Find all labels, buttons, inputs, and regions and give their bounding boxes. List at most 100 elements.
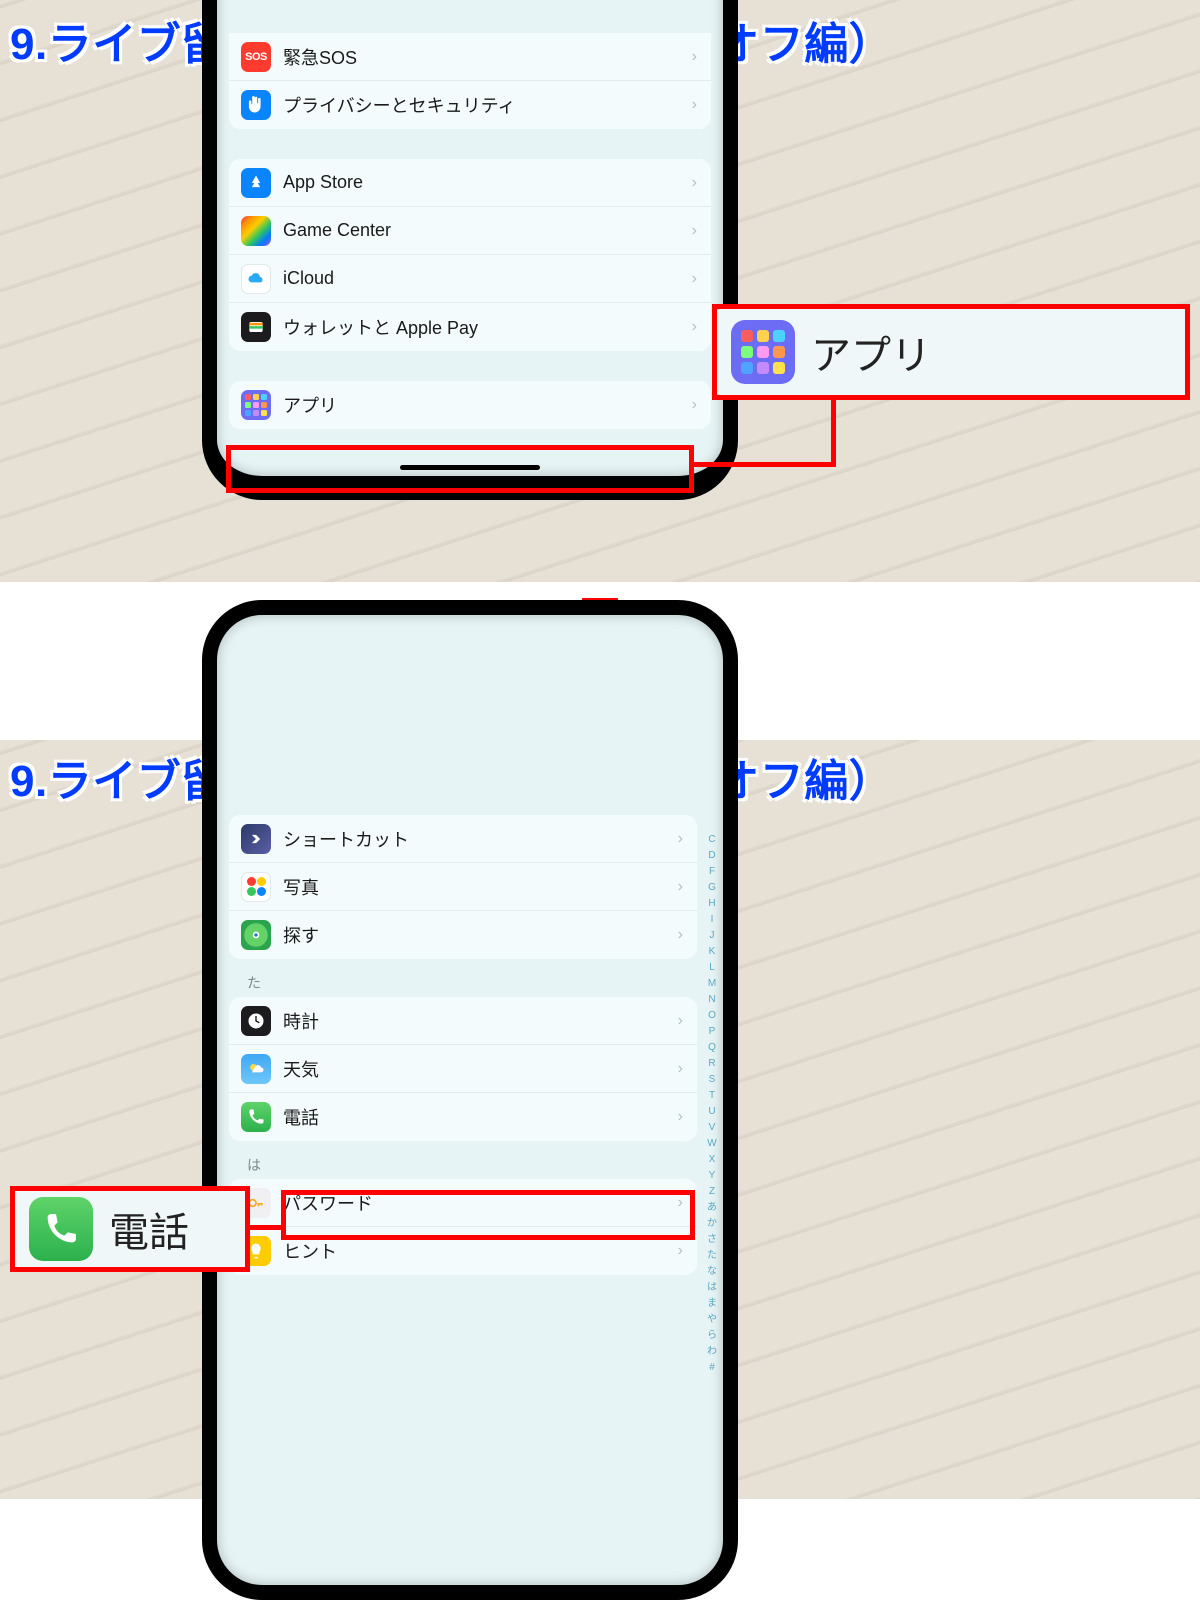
- connector-line: [831, 399, 836, 467]
- row-label: アプリ: [283, 392, 692, 418]
- app-row-tips[interactable]: ヒント ›: [229, 1227, 697, 1275]
- index-letter[interactable]: T: [703, 1091, 721, 1101]
- index-letter[interactable]: わ: [703, 1347, 721, 1357]
- app-row-photos[interactable]: 写真 ›: [229, 863, 697, 911]
- chevron-right-icon: ›: [692, 48, 699, 66]
- chevron-right-icon: ›: [692, 318, 699, 336]
- chevron-right-icon: ›: [678, 1060, 685, 1078]
- index-letter[interactable]: U: [703, 1107, 721, 1117]
- index-letter[interactable]: D: [703, 851, 721, 861]
- apps-folder-icon: [731, 320, 795, 384]
- index-letter[interactable]: #: [703, 1363, 721, 1373]
- section-header-ha: は: [229, 1141, 697, 1179]
- chevron-right-icon: ›: [692, 174, 699, 192]
- app-row-weather[interactable]: 天気 ›: [229, 1045, 697, 1093]
- index-letter[interactable]: ら: [703, 1331, 721, 1341]
- index-letter[interactable]: は: [703, 1283, 721, 1293]
- index-letter[interactable]: さ: [703, 1235, 721, 1245]
- index-letter[interactable]: か: [703, 1219, 721, 1229]
- settings-row-privacy-security[interactable]: プライバシーとセキュリティ ›: [229, 81, 711, 129]
- chevron-right-icon: ›: [678, 1012, 685, 1030]
- row-label: 時計: [283, 1008, 678, 1034]
- settings-row-wallet-apple-pay[interactable]: ウォレットと Apple Pay ›: [229, 303, 711, 351]
- phone-icon: [241, 1102, 271, 1132]
- home-indicator[interactable]: [400, 465, 540, 470]
- photos-icon: [241, 872, 271, 902]
- app-row-phone[interactable]: 電話 ›: [229, 1093, 697, 1141]
- apps-folder-icon: [241, 390, 271, 420]
- phone-icon: [29, 1197, 93, 1261]
- row-label: ショートカット: [283, 826, 678, 852]
- row-label: 電話: [283, 1104, 678, 1130]
- icloud-icon: [241, 264, 271, 294]
- index-letter[interactable]: や: [703, 1315, 721, 1325]
- section-header-ta: た: [229, 959, 697, 997]
- hand-icon: [241, 90, 271, 120]
- chevron-right-icon: ›: [678, 830, 685, 848]
- row-label: 探す: [283, 922, 678, 948]
- index-letter[interactable]: I: [703, 915, 721, 925]
- settings-row-icloud[interactable]: iCloud ›: [229, 255, 711, 303]
- callout-label: 電話: [109, 1200, 189, 1258]
- index-letter[interactable]: H: [703, 899, 721, 909]
- app-row-find-my[interactable]: 探す ›: [229, 911, 697, 959]
- app-store-icon: [241, 168, 271, 198]
- index-letter[interactable]: な: [703, 1267, 721, 1277]
- row-label: 緊急SOS: [283, 44, 692, 70]
- find-my-icon: [241, 920, 271, 950]
- row-label: App Store: [283, 172, 692, 193]
- shortcuts-icon: [241, 824, 271, 854]
- phone-frame-bottom: ショートカット › 写真 › 探す › た: [202, 600, 738, 1600]
- settings-row-emergency-sos[interactable]: SOS 緊急SOS ›: [229, 33, 711, 81]
- index-letter[interactable]: Y: [703, 1171, 721, 1181]
- chevron-right-icon: ›: [692, 222, 699, 240]
- chevron-right-icon: ›: [678, 926, 685, 944]
- index-letter[interactable]: ま: [703, 1299, 721, 1309]
- index-letter[interactable]: W: [703, 1139, 721, 1149]
- index-letter[interactable]: Q: [703, 1043, 721, 1053]
- weather-icon: [241, 1054, 271, 1084]
- chevron-right-icon: ›: [678, 878, 685, 896]
- settings-row-game-center[interactable]: Game Center ›: [229, 207, 711, 255]
- chevron-right-icon: ›: [678, 1242, 685, 1260]
- sos-icon: SOS: [241, 42, 271, 72]
- index-letter[interactable]: C: [703, 835, 721, 845]
- index-letter[interactable]: た: [703, 1251, 721, 1261]
- chevron-right-icon: ›: [678, 1194, 685, 1212]
- row-label: Game Center: [283, 220, 692, 241]
- callout-label: アプリ: [811, 323, 931, 381]
- alphabet-index-strip[interactable]: CDFGHIJKLMNOPQRSTUVWXYZあかさたなはまやらわ #: [703, 815, 721, 1585]
- index-letter[interactable]: Z: [703, 1187, 721, 1197]
- settings-row-apps[interactable]: アプリ ›: [229, 381, 711, 429]
- row-label: ヒント: [283, 1238, 678, 1264]
- index-letter[interactable]: N: [703, 995, 721, 1005]
- index-letter[interactable]: X: [703, 1155, 721, 1165]
- app-row-passwords[interactable]: パスワード ›: [229, 1179, 697, 1227]
- row-label: 天気: [283, 1056, 678, 1082]
- app-row-shortcuts[interactable]: ショートカット ›: [229, 815, 697, 863]
- connector-line: [694, 462, 836, 467]
- callout-phone: 電話: [10, 1186, 250, 1272]
- index-letter[interactable]: J: [703, 931, 721, 941]
- game-center-icon: [241, 216, 271, 246]
- index-letter[interactable]: O: [703, 1011, 721, 1021]
- index-letter[interactable]: あ: [703, 1203, 721, 1213]
- index-letter[interactable]: G: [703, 883, 721, 893]
- index-letter[interactable]: S: [703, 1075, 721, 1085]
- index-letter[interactable]: M: [703, 979, 721, 989]
- chevron-right-icon: ›: [692, 270, 699, 288]
- row-label: ウォレットと Apple Pay: [283, 314, 692, 340]
- app-row-clock[interactable]: 時計 ›: [229, 997, 697, 1045]
- chevron-right-icon: ›: [692, 396, 699, 414]
- settings-row-app-store[interactable]: App Store ›: [229, 159, 711, 207]
- row-label: iCloud: [283, 268, 692, 289]
- index-letter[interactable]: R: [703, 1059, 721, 1069]
- index-letter[interactable]: P: [703, 1027, 721, 1037]
- index-letter[interactable]: L: [703, 963, 721, 973]
- row-label: 写真: [283, 874, 678, 900]
- index-letter[interactable]: V: [703, 1123, 721, 1133]
- wallet-icon: [241, 312, 271, 342]
- index-letter[interactable]: K: [703, 947, 721, 957]
- index-letter[interactable]: F: [703, 867, 721, 877]
- connector-line: [250, 1225, 286, 1230]
